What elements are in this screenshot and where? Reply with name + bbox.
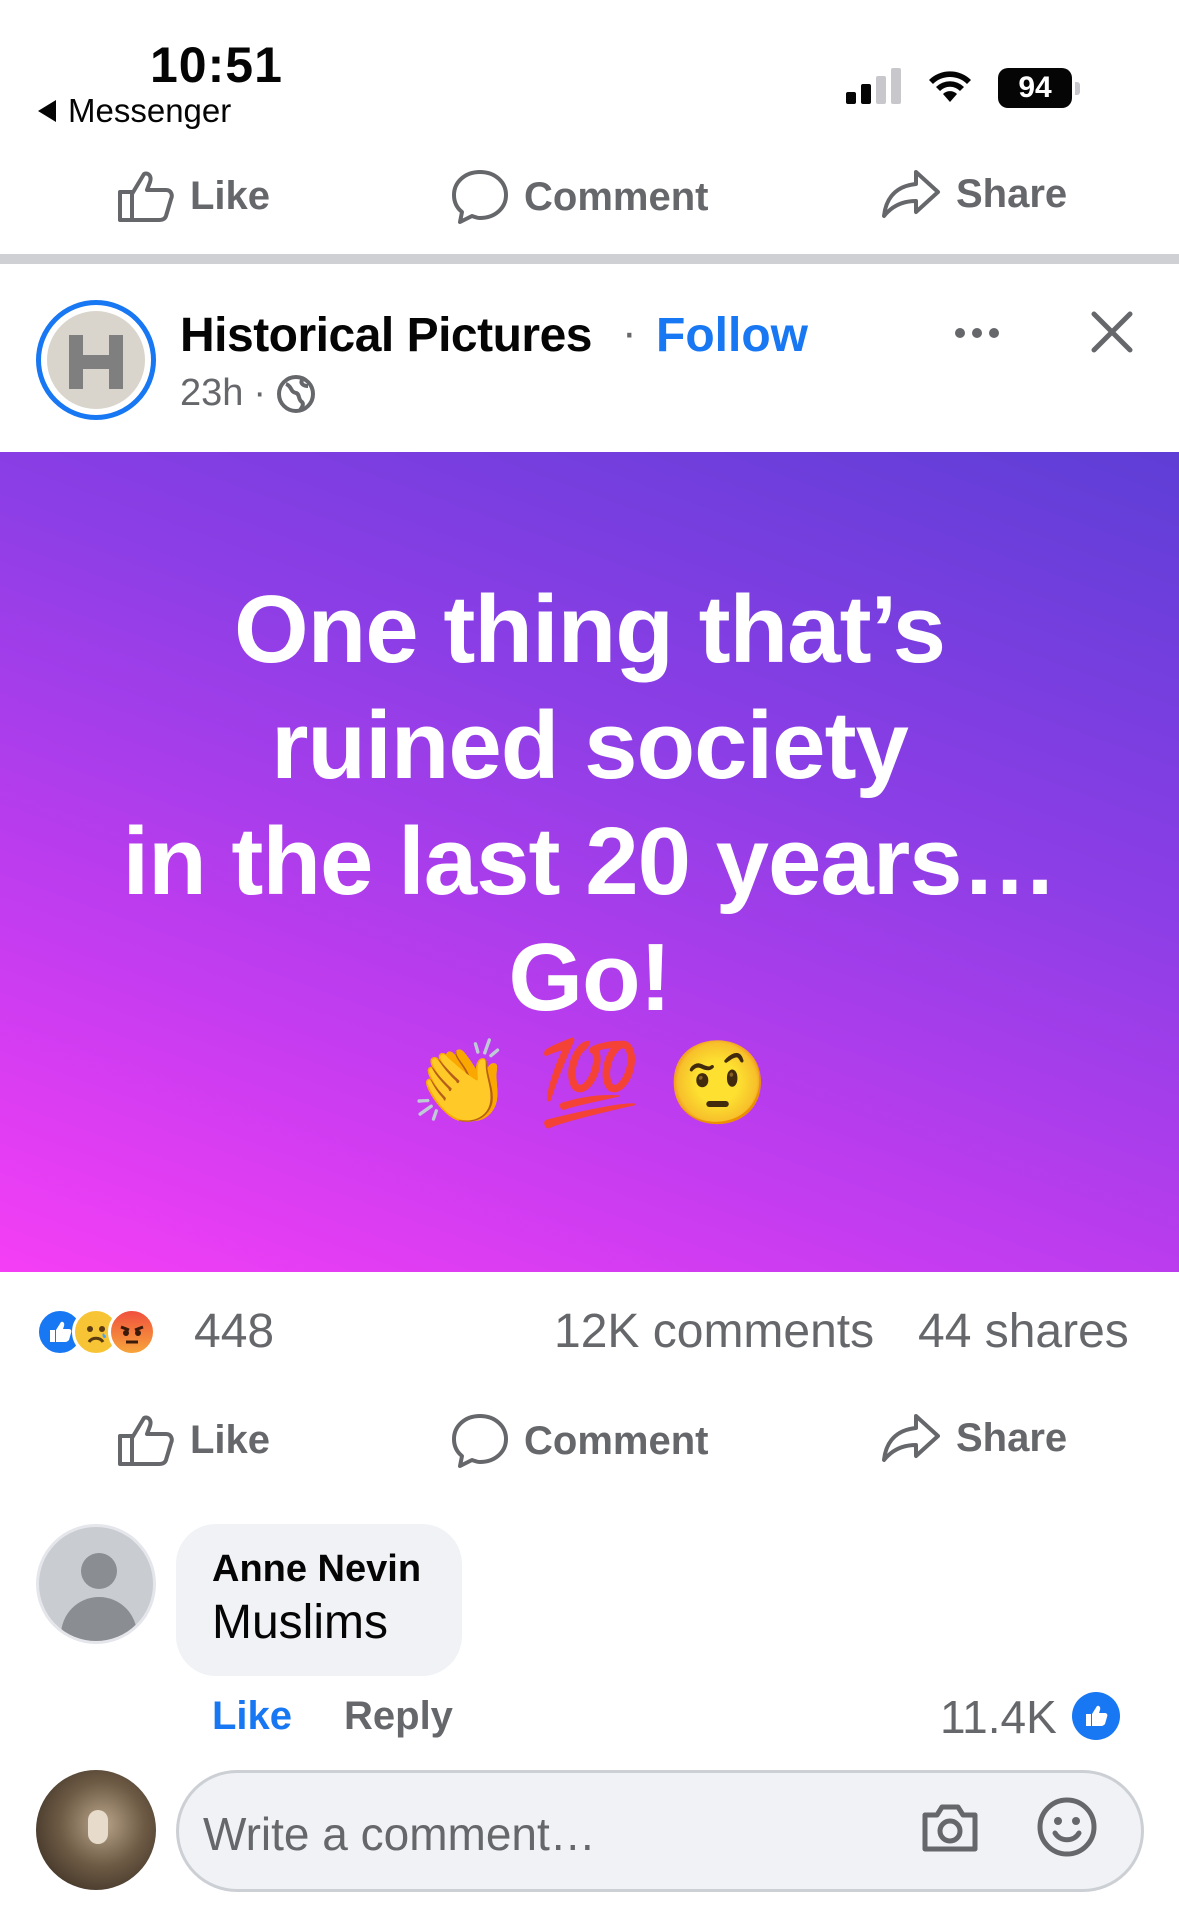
wifi-icon: [929, 71, 971, 102]
post-emojis: 👏 💯 🤨: [410, 1036, 769, 1131]
share-label: Share: [956, 1415, 1068, 1460]
top-action-bar: Like Comment Share: [0, 156, 1179, 236]
close-icon[interactable]: [1088, 308, 1136, 356]
like-label: Like: [190, 1417, 271, 1462]
thumbs-up-icon: [118, 171, 174, 222]
comment-like-button[interactable]: Like: [212, 1694, 292, 1739]
like-reaction-icon: [1072, 1692, 1120, 1740]
reaction-icons[interactable]: [36, 1308, 156, 1356]
emoji-icon[interactable]: [1035, 1795, 1099, 1859]
top-comment-button[interactable]: Comment: [450, 168, 708, 226]
shares-count[interactable]: 44 shares: [918, 1304, 1129, 1359]
comment-input[interactable]: Write a comment…: [176, 1770, 1144, 1892]
camera-icon[interactable]: [919, 1799, 981, 1855]
post-time[interactable]: 23h: [180, 372, 243, 415]
comment-icon: [452, 170, 508, 224]
cellular-signal-icon: [846, 68, 901, 104]
back-app-label: Messenger: [68, 92, 232, 129]
top-like-button[interactable]: Like: [116, 168, 270, 224]
comment-author[interactable]: Anne Nevin: [212, 1548, 426, 1591]
comments-count[interactable]: 12K comments: [554, 1304, 874, 1359]
top-comment-label: Comment: [524, 174, 709, 219]
top-like-label: Like: [190, 173, 271, 218]
comment-button[interactable]: Comment: [450, 1412, 708, 1470]
comment-text: Muslims: [212, 1596, 388, 1649]
post-text-line: in the last 20 years…: [122, 808, 1057, 915]
post-banner[interactable]: One thing that’s ruined society in the l…: [0, 452, 1179, 1272]
angry-reaction-icon: [108, 1308, 156, 1356]
comment-bubble[interactable]: Anne Nevin Muslims: [176, 1524, 462, 1676]
top-share-button[interactable]: Share: [880, 168, 1067, 220]
thumbs-up-icon: [118, 1415, 174, 1466]
post-text-line: One thing that’s: [233, 576, 946, 683]
post-text-line: Go!: [508, 924, 671, 1031]
share-icon: [882, 1414, 940, 1462]
comment-reaction-count[interactable]: 11.4K: [940, 1690, 1057, 1744]
status-time: 10:51: [150, 37, 283, 93]
post-text-line: ruined society: [271, 692, 909, 799]
commenter-avatar[interactable]: [36, 1524, 156, 1644]
post-action-bar: Like Comment Share: [0, 1404, 1179, 1484]
name-separator: ·: [622, 308, 637, 357]
share-button[interactable]: Share: [880, 1412, 1067, 1464]
comment-label: Comment: [524, 1418, 709, 1463]
follow-button[interactable]: Follow: [656, 308, 808, 363]
share-icon: [882, 170, 940, 218]
section-divider: [0, 254, 1179, 264]
reaction-count[interactable]: 448: [194, 1304, 274, 1359]
page-avatar[interactable]: [36, 300, 156, 420]
globe-icon: [277, 374, 316, 413]
battery-indicator: 94: [998, 68, 1080, 108]
page-logo-icon: [47, 311, 145, 409]
meta-separator: ·: [253, 372, 267, 414]
more-options-icon[interactable]: [955, 328, 999, 338]
comment-icon: [452, 1414, 508, 1468]
battery-level: 94: [998, 68, 1072, 108]
page-name[interactable]: Historical Pictures: [180, 308, 593, 363]
post-meta: 23h ·: [180, 372, 316, 415]
back-arrow-icon: [38, 100, 56, 122]
top-share-label: Share: [956, 171, 1068, 216]
comment-reply-button[interactable]: Reply: [344, 1694, 453, 1739]
current-user-avatar: [36, 1770, 156, 1890]
like-button[interactable]: Like: [116, 1412, 270, 1468]
post-text: One thing that’s ruined society in the l…: [0, 572, 1179, 1036]
comment-input-placeholder: Write a comment…: [203, 1808, 596, 1860]
back-to-app-link[interactable]: Messenger: [38, 92, 231, 130]
